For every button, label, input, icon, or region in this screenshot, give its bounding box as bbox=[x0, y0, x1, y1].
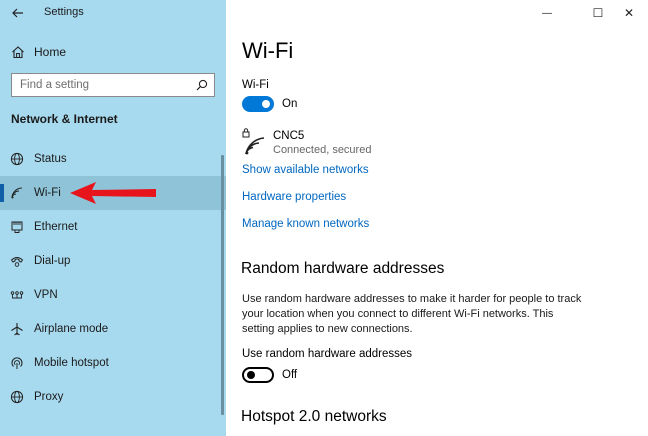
dialup-icon bbox=[0, 254, 34, 268]
wifi-toggle-state: On bbox=[282, 98, 298, 110]
random-hw-toggle-label: Use random hardware addresses bbox=[242, 348, 413, 360]
maximize-icon: ☐ bbox=[592, 6, 604, 20]
sidebar-item-label: Proxy bbox=[34, 391, 64, 403]
random-hw-description: Use random hardware addresses to make it… bbox=[242, 293, 582, 335]
sidebar-item-label: Status bbox=[34, 153, 67, 165]
annotation-arrow-icon bbox=[70, 182, 156, 204]
sidebar-item-label: VPN bbox=[34, 289, 58, 301]
vpn-icon bbox=[0, 288, 34, 302]
airplane-icon bbox=[0, 322, 34, 336]
search-icon[interactable] bbox=[190, 79, 214, 91]
close-icon: ✕ bbox=[623, 6, 635, 20]
sidebar-item-airplane-mode[interactable]: Airplane mode bbox=[0, 312, 226, 346]
back-button[interactable] bbox=[6, 2, 30, 24]
home-label: Home bbox=[34, 45, 67, 59]
search-placeholder: Find a setting bbox=[20, 79, 90, 91]
random-hw-toggle-state: Off bbox=[282, 369, 298, 381]
sidebar-item-ethernet[interactable]: Ethernet bbox=[0, 210, 226, 244]
sidebar-item-label: Airplane mode bbox=[34, 323, 109, 335]
minimize-button[interactable]: — bbox=[530, 0, 564, 26]
globe-icon bbox=[0, 152, 34, 166]
section-title: Network & Internet bbox=[11, 112, 118, 126]
sidebar-item-vpn[interactable]: VPN bbox=[0, 278, 226, 312]
hotspot-icon bbox=[0, 356, 34, 370]
sidebar-scrollbar[interactable] bbox=[221, 155, 224, 415]
sidebar-item-label: Mobile hotspot bbox=[34, 357, 109, 369]
wifi-toggle[interactable] bbox=[242, 96, 274, 112]
sidebar-item-label: Wi-Fi bbox=[34, 187, 61, 199]
wifi-toggle-label: Wi-Fi bbox=[242, 79, 269, 91]
sidebar: Settings Home Find a setting Network & I… bbox=[0, 0, 226, 436]
wifi-icon bbox=[0, 186, 34, 200]
sidebar-item-mobile-hotspot[interactable]: Mobile hotspot bbox=[0, 346, 226, 380]
minimize-icon: — bbox=[542, 7, 552, 19]
random-hw-toggle[interactable] bbox=[242, 367, 274, 383]
home-nav-item[interactable]: Home bbox=[0, 40, 226, 64]
page-title: Wi-Fi bbox=[242, 38, 294, 63]
toggle-knob bbox=[262, 100, 270, 108]
search-input[interactable]: Find a setting bbox=[11, 73, 215, 97]
hotspot-heading: Hotspot 2.0 networks bbox=[241, 408, 387, 425]
back-arrow-icon bbox=[12, 8, 23, 18]
globe-icon bbox=[0, 390, 34, 404]
random-hw-heading: Random hardware addresses bbox=[241, 260, 445, 277]
close-button[interactable]: ✕ bbox=[612, 0, 646, 26]
sidebar-item-proxy[interactable]: Proxy bbox=[0, 380, 226, 414]
wifi-secured-icon bbox=[242, 128, 265, 155]
main-pane: — ☐ ✕ Wi-Fi Wi-Fi On CNC5 Connected, sec… bbox=[226, 0, 648, 436]
connected-network[interactable]: CNC5 Connected, secured bbox=[242, 128, 442, 158]
maximize-button[interactable]: ☐ bbox=[581, 0, 615, 26]
home-icon bbox=[0, 45, 34, 59]
sidebar-item-status[interactable]: Status bbox=[0, 142, 226, 176]
toggle-knob bbox=[247, 371, 255, 379]
hardware-properties-link[interactable]: Hardware properties bbox=[242, 191, 346, 203]
sidebar-item-label: Dial-up bbox=[34, 255, 71, 267]
ethernet-icon bbox=[0, 220, 34, 234]
manage-known-networks-link[interactable]: Manage known networks bbox=[242, 218, 369, 230]
show-available-networks-link[interactable]: Show available networks bbox=[242, 164, 369, 176]
title-bar: Settings bbox=[0, 0, 226, 26]
sidebar-item-dialup[interactable]: Dial-up bbox=[0, 244, 226, 278]
network-name: CNC5 bbox=[273, 130, 305, 142]
network-status: Connected, secured bbox=[273, 144, 372, 156]
sidebar-item-label: Ethernet bbox=[34, 221, 78, 233]
app-title: Settings bbox=[44, 6, 84, 18]
